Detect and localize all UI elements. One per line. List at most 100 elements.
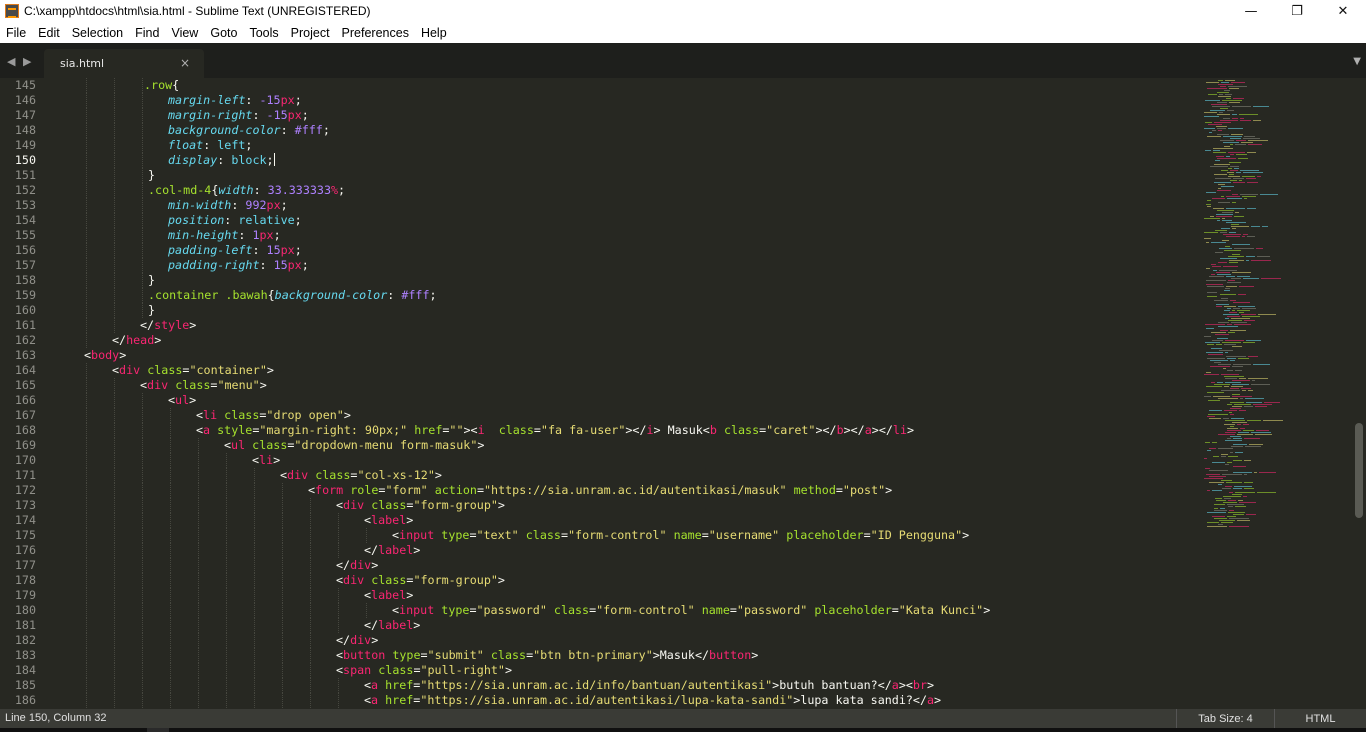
menu-view[interactable]: View <box>165 26 204 40</box>
tab-dropdown-icon[interactable]: ▼ <box>1353 56 1361 67</box>
minimap-stroke <box>1226 208 1245 209</box>
code-line[interactable]: 168 <a style="margin-right: 90px;" href="… <box>0 423 1200 438</box>
line-number: 160 <box>14 303 36 317</box>
minimap-stroke <box>1218 524 1223 525</box>
code-line[interactable]: 152 .col-md-4{width: 33.333333%; <box>0 183 1200 198</box>
menu-goto[interactable]: Goto <box>204 26 243 40</box>
code-line[interactable]: 185 <a href="https://sia.unram.ac.id/info… <box>0 678 1200 693</box>
code-line[interactable]: 163 <body> <box>0 348 1200 363</box>
code-line[interactable]: 182 </div> <box>0 633 1200 648</box>
minimap-stroke <box>1215 252 1223 253</box>
menu-selection[interactable]: Selection <box>66 26 129 40</box>
code-line[interactable]: 160} <box>0 303 1200 318</box>
code-line[interactable]: 181 </label> <box>0 618 1200 633</box>
minimap-stroke <box>1248 144 1262 145</box>
tab-close-icon[interactable]: × <box>180 56 190 70</box>
indent-guide <box>86 213 87 228</box>
code-line[interactable]: 145 .row{ <box>0 78 1200 93</box>
menu-file[interactable]: File <box>0 26 32 40</box>
code-line[interactable]: 175 <input type="text" class="form-contro… <box>0 528 1200 543</box>
code-line[interactable]: 149 float: left; <box>0 138 1200 153</box>
indent-guide <box>114 393 115 408</box>
code-line[interactable]: 153 min-width: 992px; <box>0 198 1200 213</box>
code-line[interactable]: 179 <label> <box>0 588 1200 603</box>
minimap-stroke <box>1224 376 1244 377</box>
code-line[interactable]: 161 </style> <box>0 318 1200 333</box>
indent-guide <box>254 573 255 588</box>
code-line[interactable]: 156 padding-left: 15px; <box>0 243 1200 258</box>
code-line[interactable]: 165 <div class="menu"> <box>0 378 1200 393</box>
code-line[interactable]: 176 </label> <box>0 543 1200 558</box>
code-line[interactable]: 154 position: relative; <box>0 213 1200 228</box>
code-line[interactable]: 174 <label> <box>0 513 1200 528</box>
menu-project[interactable]: Project <box>285 26 336 40</box>
scrollbar-thumb[interactable] <box>1355 423 1363 518</box>
tab-size-selector[interactable]: Tab Size: 4 <box>1176 709 1274 728</box>
minimap[interactable] <box>1200 78 1350 709</box>
code-editor[interactable]: 145 .row{146 margin-left: -15px; 147 margin-… <box>0 78 1366 709</box>
code-line[interactable]: 159 .container .bawah{background-color: #… <box>0 288 1200 303</box>
minimap-stroke <box>1230 360 1235 361</box>
menu-tools[interactable]: Tools <box>243 26 284 40</box>
syntax-selector[interactable]: HTML <box>1274 709 1366 728</box>
minimap-stroke <box>1246 402 1262 403</box>
minimap-stroke <box>1252 380 1255 381</box>
code-line[interactable]: 164 <div class="container"> <box>0 363 1200 378</box>
code-line[interactable]: 158} <box>0 273 1200 288</box>
code-line[interactable]: 167 <li class="drop open"> <box>0 408 1200 423</box>
minimap-stroke <box>1216 214 1233 215</box>
code-line[interactable]: 171 <div class="col-xs-12"> <box>0 468 1200 483</box>
minimap-stroke <box>1209 448 1216 449</box>
code-lines[interactable]: 145 .row{146 margin-left: -15px; 147 margin-… <box>0 78 1200 708</box>
code-line[interactable]: 157 padding-right: 15px; <box>0 258 1200 273</box>
minimap-stroke <box>1215 230 1227 231</box>
menu-find[interactable]: Find <box>129 26 165 40</box>
code-line[interactable]: 169 <ul class="dropdown-menu form-masuk"> <box>0 438 1200 453</box>
indent-guide <box>338 588 339 603</box>
minimap-stroke <box>1214 300 1228 301</box>
minimap-stroke <box>1232 422 1247 423</box>
code-line[interactable]: 146 margin-left: -15px; <box>0 93 1200 108</box>
maximize-button[interactable]: ❐ <box>1274 0 1320 22</box>
minimap-stroke <box>1216 272 1230 273</box>
code-line[interactable]: 183 <button type="submit" class="btn btn-… <box>0 648 1200 663</box>
close-window-button[interactable]: ✕ <box>1320 0 1366 22</box>
minimize-button[interactable]: — <box>1228 0 1274 22</box>
menu-edit[interactable]: Edit <box>32 26 66 40</box>
code-line[interactable]: 150 display: block; <box>0 153 1200 168</box>
vertical-scrollbar[interactable] <box>1352 78 1366 709</box>
code-line[interactable]: 180 <input type="password" class="form-co… <box>0 603 1200 618</box>
code-line[interactable]: 151} <box>0 168 1200 183</box>
minimap-stroke <box>1206 372 1211 373</box>
code-line[interactable]: 170 <li> <box>0 453 1200 468</box>
code-line[interactable]: 186 <a href="https://sia.unram.ac.id/aute… <box>0 693 1200 708</box>
code-line[interactable]: 184 <span class="pull-right"> <box>0 663 1200 678</box>
code-line[interactable]: 177 </div> <box>0 558 1200 573</box>
minimap-stroke <box>1221 390 1240 391</box>
minimap-stroke <box>1248 378 1268 379</box>
code-line[interactable]: 173 <div class="form-group"> <box>0 498 1200 513</box>
line-number: 167 <box>14 408 36 422</box>
code-line[interactable]: 166 <ul> <box>0 393 1200 408</box>
minimap-stroke <box>1206 82 1219 83</box>
menu-help[interactable]: Help <box>415 26 453 40</box>
forward-arrow-icon[interactable]: ▶ <box>23 55 31 68</box>
minimap-stroke <box>1223 266 1238 267</box>
minimap-stroke <box>1235 212 1239 213</box>
code-line[interactable]: 162 </head> <box>0 333 1200 348</box>
line-text: min-width: 992px; <box>168 198 288 212</box>
minimap-stroke <box>1212 198 1225 199</box>
back-arrow-icon[interactable]: ◀ <box>7 55 15 68</box>
code-line[interactable]: 147 margin-right: -15px; <box>0 108 1200 123</box>
minimap-stroke <box>1226 196 1240 197</box>
minimap-stroke <box>1223 118 1230 119</box>
menu-preferences[interactable]: Preferences <box>336 26 415 40</box>
indent-guide <box>254 588 255 603</box>
indent-guide <box>142 663 143 678</box>
code-line[interactable]: 178 <div class="form-group"> <box>0 573 1200 588</box>
code-line[interactable]: 155 min-height: 1px; <box>0 228 1200 243</box>
minimap-stroke <box>1204 396 1211 397</box>
tab-sia-html[interactable]: sia.html × <box>44 49 204 78</box>
code-line[interactable]: 148 background-color: #fff; <box>0 123 1200 138</box>
code-line[interactable]: 172 <form role="form" action="https://sia… <box>0 483 1200 498</box>
